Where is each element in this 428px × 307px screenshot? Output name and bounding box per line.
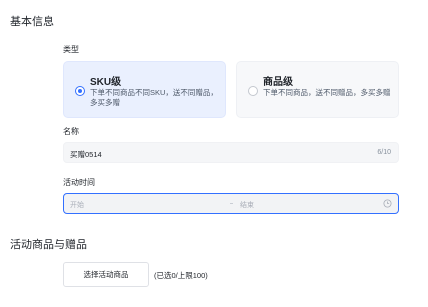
type-option-product-title: 商品级 [263,77,293,88]
activity-time-range-picker[interactable]: 开始 结束 [63,193,399,214]
type-option-product[interactable]: 商品级 下单不同商品，送不同赠品，多买多赠 [236,61,399,118]
type-option-sku-title: SKU级 [90,77,122,88]
basic-info-title: 基本信息 [10,16,54,28]
name-input-value: 买赠0514 [70,150,102,159]
select-activity-goods-button[interactable]: 选择活动商品 [63,262,149,287]
time-start-input[interactable]: 开始 [70,200,84,210]
range-separator [230,203,233,204]
radio-checked-icon[interactable] [75,86,85,96]
radio-unchecked-icon[interactable] [248,86,258,96]
goods-section-title: 活动商品与赠品 [10,239,87,251]
type-option-sku-description: 下单不同商品不同SKU，送不同赠品，多买多赠 [90,88,218,107]
name-char-count: 6/10 [377,149,391,156]
calendar-icon[interactable] [383,199,392,208]
type-label: 类型 [63,45,79,54]
type-option-product-description: 下单不同商品，送不同赠品，多买多赠 [263,88,391,97]
activity-time-label: 活动时间 [63,178,95,187]
time-end-input[interactable]: 结束 [240,200,254,210]
name-input[interactable]: 买赠0514 6/10 [63,142,399,163]
selected-count-hint: (已选0/上限100) [154,271,208,280]
name-label: 名称 [63,127,79,136]
type-option-sku[interactable]: SKU级 下单不同商品不同SKU，送不同赠品，多买多赠 [63,61,226,118]
